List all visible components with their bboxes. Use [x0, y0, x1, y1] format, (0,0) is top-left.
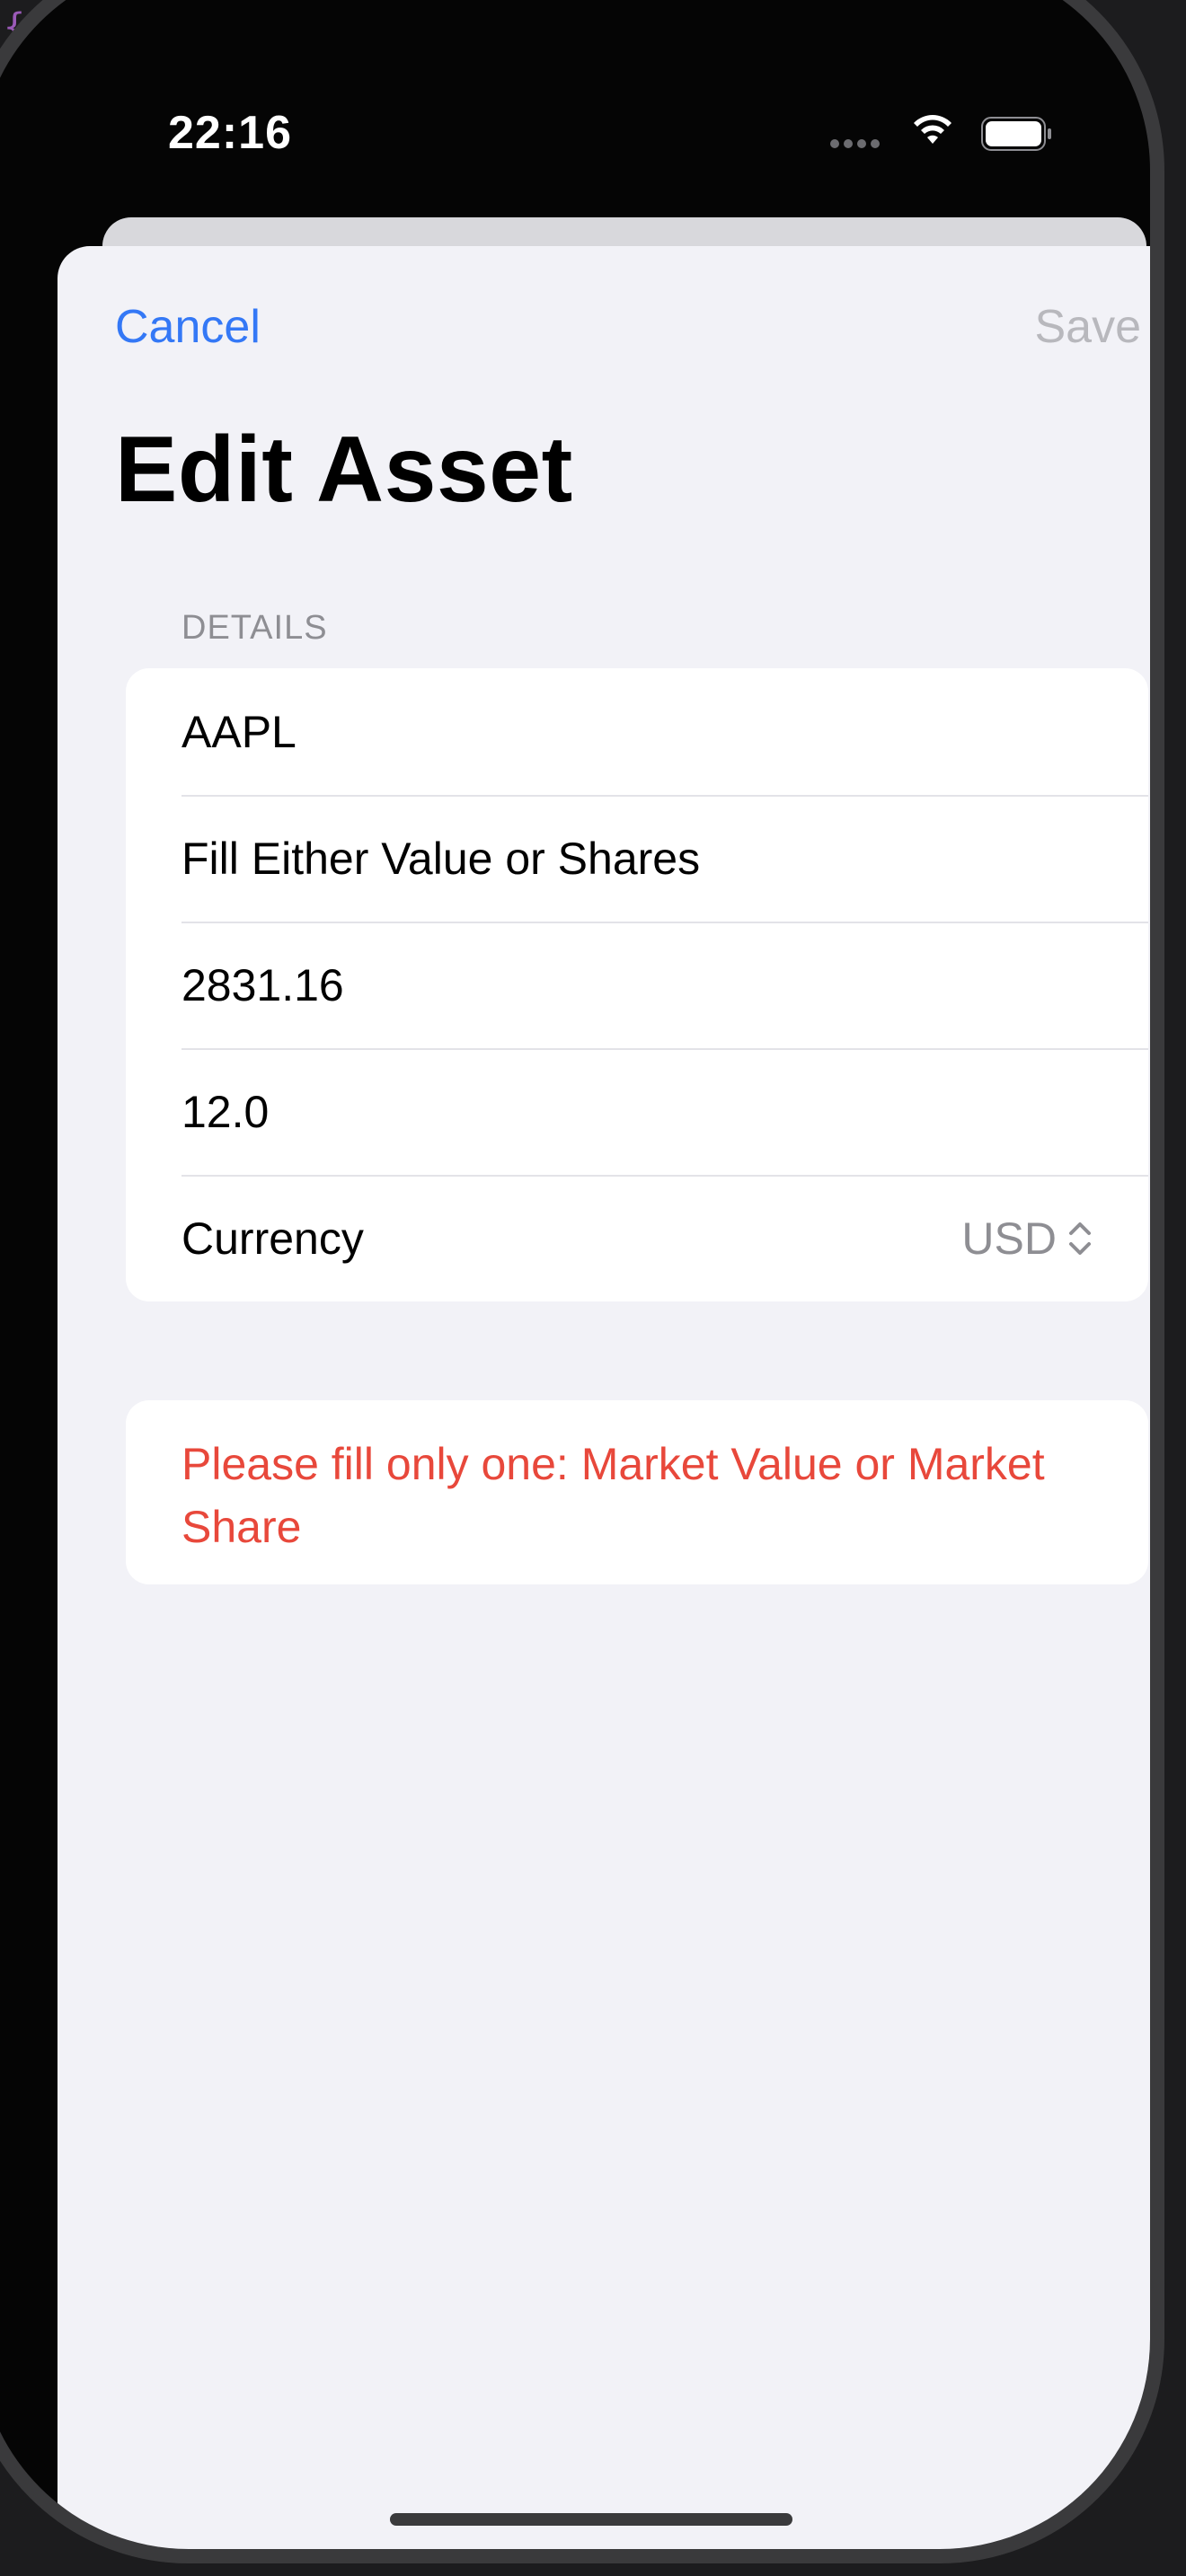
- currency-row[interactable]: Currency USD: [126, 1175, 1148, 1301]
- shares-row: [126, 1048, 1148, 1175]
- chevron-up-down-icon: [1069, 1222, 1091, 1255]
- details-section-header: DETAILS: [181, 609, 328, 647]
- signal-dots-icon: [830, 137, 884, 153]
- page-title: Edit Asset: [115, 418, 573, 522]
- status-time: 22:16: [168, 107, 292, 159]
- currency-selected-value: USD: [961, 1213, 1057, 1264]
- validation-error-message: Please fill only one: Market Value or Ma…: [181, 1439, 1045, 1552]
- screen: 22:16 Cancel Save Edit Asset DETAILS AAP…: [13, 14, 1150, 2549]
- save-button[interactable]: Save: [1034, 300, 1141, 354]
- market-value-field[interactable]: [181, 958, 1093, 1011]
- status-icons: [830, 111, 1064, 156]
- ticker-field[interactable]: [181, 705, 1093, 758]
- shares-field[interactable]: [181, 1085, 1093, 1138]
- hint-row: [126, 795, 1148, 922]
- cancel-button[interactable]: Cancel: [115, 300, 261, 354]
- home-indicator[interactable]: [390, 2513, 792, 2526]
- value-or-shares-field[interactable]: [181, 832, 1093, 885]
- validation-error-card: Please fill only one: Market Value or Ma…: [126, 1400, 1148, 1584]
- currency-picker[interactable]: USD: [961, 1213, 1093, 1265]
- status-bar: 22:16: [13, 14, 1150, 212]
- currency-label: Currency: [181, 1213, 364, 1264]
- market-value-row: [126, 922, 1148, 1048]
- ticker-row: [126, 668, 1148, 795]
- details-form-group: Currency USD: [126, 668, 1148, 1301]
- edit-asset-sheet: Cancel Save Edit Asset DETAILS Curren: [58, 246, 1150, 2549]
- device-frame: 22:16 Cancel Save Edit Asset DETAILS AAP…: [0, 0, 1164, 2563]
- wifi-icon: [914, 115, 951, 144]
- battery-icon: [981, 117, 1051, 151]
